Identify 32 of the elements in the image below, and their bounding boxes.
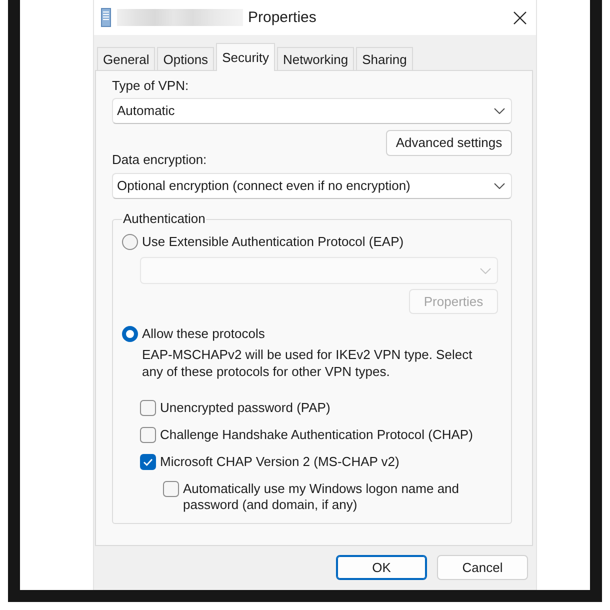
advanced-settings-button[interactable]: Advanced settings bbox=[386, 130, 512, 156]
close-icon[interactable] bbox=[513, 10, 527, 24]
tab[interactable]: Networking bbox=[277, 47, 354, 70]
radio-button[interactable] bbox=[122, 234, 138, 250]
checkbox-label[interactable]: Unencrypted password (PAP) bbox=[160, 400, 330, 416]
field-label: Data encryption: bbox=[112, 152, 207, 168]
radio-label[interactable]: Allow these protocols bbox=[142, 326, 265, 342]
chevron-icon bbox=[494, 183, 505, 189]
checkbox-label[interactable]: Microsoft CHAP Version 2 (MS-CHAP v2) bbox=[160, 454, 400, 470]
checkbox[interactable] bbox=[140, 427, 156, 443]
dialog-button[interactable]: OK bbox=[336, 555, 427, 580]
chevron-icon bbox=[494, 108, 505, 114]
dropdown-field[interactable]: Optional encryption (connect even if no encryption) bbox=[112, 173, 512, 199]
radio-label[interactable]: Use Extensible Authentication Protocol (EAP) bbox=[142, 234, 404, 250]
tab[interactable]: Sharing bbox=[356, 47, 413, 70]
description-text: EAP-MSCHAPv2 will be used for IKEv2 VPN type. Select any of these protocols for other VPN types. bbox=[142, 346, 474, 380]
group-title: Authentication bbox=[122, 211, 206, 227]
checkbox[interactable] bbox=[163, 481, 179, 497]
checkbox[interactable] bbox=[140, 454, 156, 470]
tab[interactable]: General bbox=[97, 47, 156, 70]
window-title: Properties bbox=[248, 8, 316, 26]
checkbox-label[interactable]: Challenge Handshake Authentication Protocol (CHAP) bbox=[160, 427, 473, 443]
tab[interactable]: Options bbox=[157, 47, 214, 70]
field-label: Type of VPN: bbox=[112, 78, 189, 94]
dropdown-field[interactable]: Automatic bbox=[112, 98, 512, 124]
chevron-icon bbox=[480, 268, 491, 274]
dialog-button[interactable]: Cancel bbox=[437, 555, 528, 580]
server-icon bbox=[101, 8, 111, 27]
checkbox-label[interactable]: Automatically use my Windows logon name and password (and domain, if any) bbox=[183, 481, 483, 513]
tab[interactable]: Security bbox=[216, 43, 276, 71]
radio-button[interactable] bbox=[122, 326, 138, 342]
checkbox[interactable] bbox=[140, 400, 156, 416]
